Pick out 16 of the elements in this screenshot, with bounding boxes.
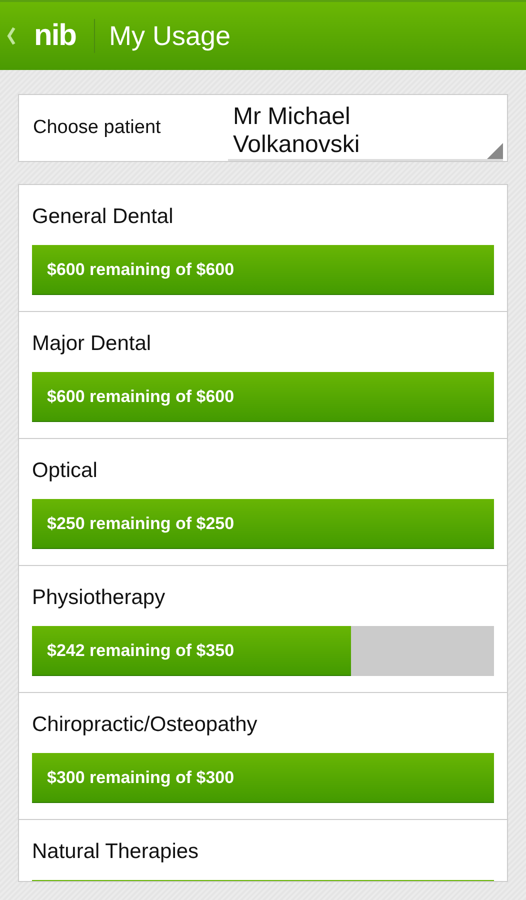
benefit-name: Natural Therapies (32, 839, 200, 865)
back-icon[interactable] (6, 26, 16, 46)
benefit-name: Physiotherapy (32, 585, 166, 611)
benefit-name: General Dental (32, 204, 174, 230)
remaining-amount: $242 remaining of $350 (47, 641, 234, 661)
benefit-name: Major Dental (32, 331, 152, 357)
remaining-amount: $600 remaining of $600 (47, 387, 234, 407)
remaining-amount: $300 remaining of $300 (47, 768, 234, 788)
benefit-name: Chiropractic/Osteopathy (32, 712, 258, 738)
remaining-amount: $600 remaining of $600 (47, 260, 234, 280)
patient-label: Choose patient (33, 117, 162, 139)
patient-dropdown[interactable]: Mr Michael Volkanovski (228, 99, 503, 161)
dropdown-icon (487, 143, 503, 159)
remaining-amount: $250 remaining of $250 (47, 514, 234, 534)
benefit-name: Optical (32, 458, 98, 484)
screen-title: My Usage (109, 20, 231, 52)
